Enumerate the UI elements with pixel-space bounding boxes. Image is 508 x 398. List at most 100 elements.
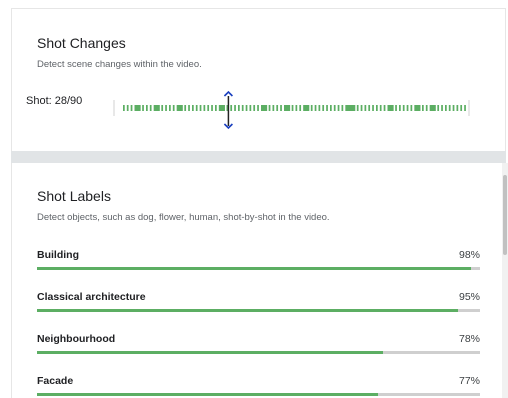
shot-tick[interactable] xyxy=(234,105,236,111)
shot-tick[interactable] xyxy=(364,105,367,111)
shot-tick[interactable] xyxy=(445,105,447,111)
shot-tick[interactable] xyxy=(330,105,332,111)
shot-tick[interactable] xyxy=(146,105,148,111)
shot-tick[interactable] xyxy=(169,105,171,111)
shot-tick[interactable] xyxy=(379,105,382,111)
shot-tick[interactable] xyxy=(199,105,202,111)
shot-tick[interactable] xyxy=(383,105,386,111)
shot-tick[interactable] xyxy=(184,105,187,111)
shot-tick[interactable] xyxy=(287,105,290,111)
shot-tick[interactable] xyxy=(180,105,183,111)
shot-tick[interactable] xyxy=(142,105,144,111)
shot-tick[interactable] xyxy=(245,105,248,111)
shot-tick[interactable] xyxy=(188,105,190,111)
shot-tick[interactable] xyxy=(368,105,371,111)
shot-tick[interactable] xyxy=(253,105,256,111)
shot-tick[interactable] xyxy=(406,105,409,111)
shot-tick[interactable] xyxy=(295,105,298,111)
label-row-neighbourhood[interactable]: Neighbourhood 78% xyxy=(37,333,480,363)
shot-tick[interactable] xyxy=(157,105,160,111)
shot-tick[interactable] xyxy=(318,105,321,111)
shot-tick[interactable] xyxy=(291,105,294,111)
label-name: Facade xyxy=(37,375,74,387)
shot-tick[interactable] xyxy=(138,105,141,111)
shot-tick[interactable] xyxy=(410,105,413,111)
shot-tick[interactable] xyxy=(464,105,466,111)
shot-tick[interactable] xyxy=(257,105,259,111)
shot-tick[interactable] xyxy=(337,105,340,111)
shot-tick[interactable] xyxy=(307,105,309,111)
shot-tick[interactable] xyxy=(203,105,206,111)
shot-tick[interactable] xyxy=(192,105,194,111)
confidence-fill xyxy=(37,267,472,270)
label-row-classical-architecture[interactable]: Classical architecture 95% xyxy=(37,291,480,321)
shot-tick[interactable] xyxy=(456,105,459,111)
shot-changes-title: Shot Changes xyxy=(37,35,126,51)
shot-tick[interactable] xyxy=(211,105,213,111)
shot-tick[interactable] xyxy=(123,105,125,111)
shot-tick[interactable] xyxy=(241,105,244,111)
card-divider xyxy=(11,151,506,163)
shot-tick[interactable] xyxy=(268,105,271,111)
shot-tick[interactable] xyxy=(326,105,328,111)
shot-tick[interactable] xyxy=(460,105,463,111)
label-name: Classical architecture xyxy=(37,291,146,303)
shot-tick[interactable] xyxy=(230,105,233,111)
shot-tick[interactable] xyxy=(356,105,359,111)
shot-tick[interactable] xyxy=(272,105,275,111)
confidence-fill xyxy=(37,393,379,396)
shot-tick[interactable] xyxy=(422,105,424,111)
confidence-bar xyxy=(37,309,480,312)
shot-tick[interactable] xyxy=(264,105,267,111)
chevron-up-icon xyxy=(223,90,233,97)
shot-tick[interactable] xyxy=(276,105,279,111)
shot-tick[interactable] xyxy=(280,105,282,111)
label-percent: 78% xyxy=(458,333,480,345)
shot-tick[interactable] xyxy=(149,105,152,111)
shot-tick[interactable] xyxy=(130,105,133,111)
shot-tick[interactable] xyxy=(165,105,167,111)
shot-tick[interactable] xyxy=(433,105,436,111)
shot-tick[interactable] xyxy=(372,105,374,111)
shot-tick[interactable] xyxy=(215,105,217,111)
shot-tick[interactable] xyxy=(376,105,378,111)
label-name: Neighbourhood xyxy=(37,333,116,345)
shot-tick[interactable] xyxy=(425,105,428,111)
shot-tick[interactable] xyxy=(399,105,401,111)
shot-tick[interactable] xyxy=(341,105,344,111)
shot-tick[interactable] xyxy=(402,105,405,111)
shot-tick[interactable] xyxy=(172,105,175,111)
scrollbar-thumb[interactable] xyxy=(503,175,507,255)
shot-tick[interactable] xyxy=(333,105,336,111)
shot-tick[interactable] xyxy=(207,105,210,111)
shot-tick[interactable] xyxy=(314,105,317,111)
shot-tick[interactable] xyxy=(310,105,313,111)
shot-tick[interactable] xyxy=(391,105,394,111)
label-percent: 77% xyxy=(458,375,480,387)
shot-tick[interactable] xyxy=(322,105,325,111)
shot-tick[interactable] xyxy=(395,105,397,111)
shot-tick[interactable] xyxy=(126,105,129,111)
shot-tick[interactable] xyxy=(452,105,455,111)
shot-tick[interactable] xyxy=(353,105,355,111)
shot-tick[interactable] xyxy=(299,105,302,111)
shot-tick[interactable] xyxy=(161,105,164,111)
shot-tick[interactable] xyxy=(437,105,440,111)
shot-timeline[interactable] xyxy=(113,90,471,130)
confidence-fill xyxy=(37,351,383,354)
shot-tick[interactable] xyxy=(448,105,451,111)
shot-timeline-graphic[interactable] xyxy=(113,90,471,130)
shot-tick[interactable] xyxy=(360,105,363,111)
confidence-bar xyxy=(37,267,480,270)
shot-tick[interactable] xyxy=(222,105,225,111)
video-analysis-panel: Shot Changes Detect scene changes within… xyxy=(0,0,508,398)
label-row-facade[interactable]: Facade 77% xyxy=(37,375,480,398)
label-row-building[interactable]: Building 98% xyxy=(37,249,480,279)
shot-tick[interactable] xyxy=(418,105,420,111)
shot-labels-title: Shot Labels xyxy=(37,188,111,204)
shot-tick[interactable] xyxy=(238,105,240,111)
shot-tick[interactable] xyxy=(195,105,198,111)
shot-tick[interactable] xyxy=(441,105,443,111)
shot-labels-card: Shot Labels Detect objects, such as dog,… xyxy=(11,163,502,398)
shot-tick[interactable] xyxy=(249,105,252,111)
